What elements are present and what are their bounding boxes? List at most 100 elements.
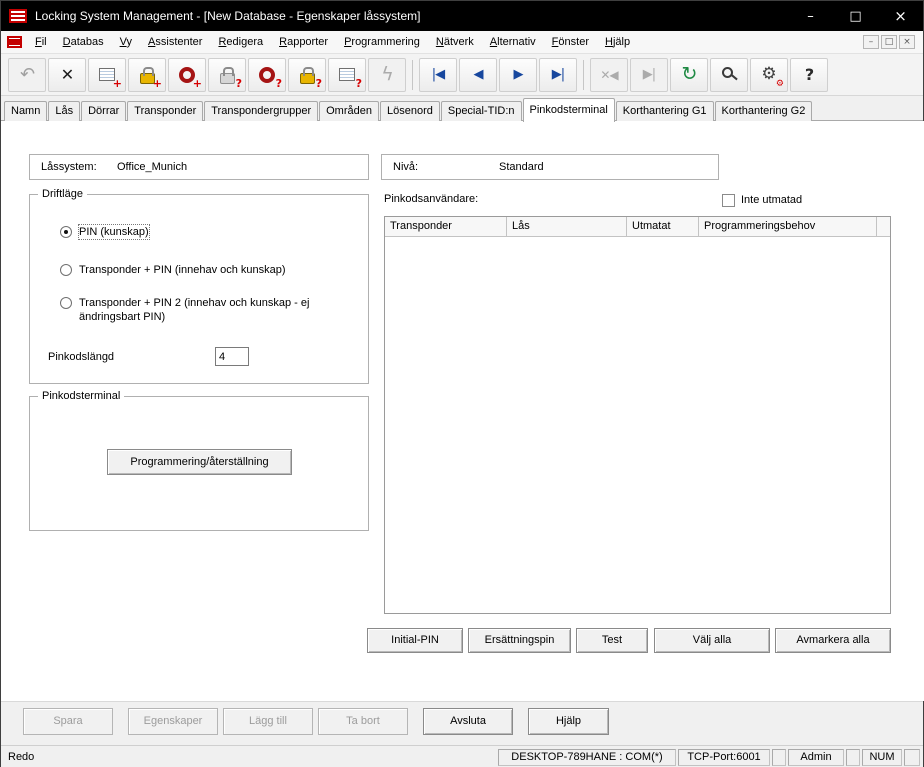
tab-korthantering-g1[interactable]: Korthantering G1 xyxy=(616,101,714,121)
query-lock-badge-icon: ? xyxy=(316,78,322,89)
radio-icon xyxy=(60,226,72,238)
cancel-navigation-icon: ✕◀ xyxy=(600,69,617,81)
toolbar-separator xyxy=(412,60,413,90)
window-title: Locking System Management - [New Databas… xyxy=(35,9,421,23)
avsluta-button[interactable]: Avsluta xyxy=(423,708,513,735)
hjalp-button[interactable]: Hjälp xyxy=(528,708,609,735)
help-button[interactable]: ? xyxy=(790,58,828,92)
test-card-icon xyxy=(339,68,355,81)
last-record-button[interactable]: ▶| xyxy=(539,58,577,92)
title-bar: Locking System Management - [New Databas… xyxy=(1,1,923,31)
menu-fonster[interactable]: Fönster xyxy=(544,31,597,53)
mode-option-2[interactable]: Transponder + PIN (innehav och kunskap) xyxy=(60,263,286,277)
level-label: Nivå: xyxy=(393,161,499,173)
table-body[interactable] xyxy=(385,237,890,613)
search-button[interactable] xyxy=(710,58,748,92)
menu-natverk[interactable]: Nätverk xyxy=(428,31,482,53)
undo-button: ↶ xyxy=(8,58,46,92)
column-header-utmatat[interactable]: Utmatat xyxy=(627,217,699,236)
menu-fil[interactable]: Fil xyxy=(27,31,55,53)
next-record-icon: ▶ xyxy=(514,68,523,81)
tab-dorrar[interactable]: Dörrar xyxy=(81,101,126,121)
tab-las[interactable]: Lås xyxy=(48,101,80,121)
refresh-button[interactable]: ↻ xyxy=(670,58,708,92)
tab-transponder[interactable]: Transponder xyxy=(127,101,203,121)
pin-length-input[interactable] xyxy=(215,347,249,366)
search-icon xyxy=(722,67,733,78)
menu-assistenter[interactable]: Assistenter xyxy=(140,31,210,53)
initial-pin-button[interactable]: Initial-PIN xyxy=(367,628,463,653)
cancel-navigation-button: ✕◀ xyxy=(590,58,628,92)
menu-hjalp[interactable]: Hjälp xyxy=(597,31,638,53)
mode-option-3[interactable]: Transponder + PIN 2 (innehav och kunskap… xyxy=(60,296,347,324)
column-header-las[interactable]: Lås xyxy=(507,217,627,236)
tab-namn[interactable]: Namn xyxy=(4,101,47,121)
refresh-icon: ↻ xyxy=(682,65,697,84)
read-transponder-icon xyxy=(259,67,275,83)
tab-omraden[interactable]: Områden xyxy=(319,101,379,121)
mdi-minimize-icon[interactable]: – xyxy=(863,35,879,49)
avmarkera-alla-button[interactable]: Avmarkera alla xyxy=(775,628,891,653)
menu-redigera[interactable]: Redigera xyxy=(210,31,271,53)
column-header-programmeringsbehov[interactable]: Programmeringsbehov xyxy=(699,217,877,236)
disconnect-button[interactable]: ✕ xyxy=(48,58,86,92)
test-card-button[interactable]: ? xyxy=(328,58,366,92)
add-transponder-button[interactable]: + xyxy=(168,58,206,92)
menu-databas[interactable]: Databas xyxy=(55,31,112,53)
valj-alla-button[interactable]: Välj alla xyxy=(654,628,770,653)
mode-option-1[interactable]: PIN (kunskap) xyxy=(60,225,149,239)
mdi-window-controls: – □ × xyxy=(863,35,919,49)
tab-transpondergrupper[interactable]: Transpondergrupper xyxy=(204,101,318,121)
level-box: Nivå: Standard xyxy=(381,154,719,180)
status-com-port: DESKTOP-789HANE : COM(*) xyxy=(498,749,676,766)
not-issued-checkbox[interactable] xyxy=(722,194,735,207)
footer-bar: SparaEgenskaperLägg tillTa bortAvslutaHj… xyxy=(1,701,923,745)
lock-system-value: Office_Munich xyxy=(117,161,187,173)
mdi-restore-icon[interactable]: □ xyxy=(881,35,897,49)
tab-losenord[interactable]: Lösenord xyxy=(380,101,440,121)
pin-length-label: Pinkodslängd xyxy=(48,351,114,363)
first-record-icon: |◀ xyxy=(432,68,444,81)
tab-special-tid-n[interactable]: Special-TID:n xyxy=(441,101,522,121)
read-transponder-badge-icon: ? xyxy=(276,78,282,89)
first-record-button[interactable]: |◀ xyxy=(419,58,457,92)
pin-users-table: TransponderLåsUtmatatProgrammeringsbehov xyxy=(384,216,891,614)
goto-programming-need-button: ▶| xyxy=(630,58,668,92)
ersattningspin-button[interactable]: Ersättningspin xyxy=(468,628,571,653)
read-transponder-button[interactable]: ? xyxy=(248,58,286,92)
menu-programmering[interactable]: Programmering xyxy=(336,31,428,53)
tab-pinkodsterminal[interactable]: Pinkodsterminal xyxy=(523,98,615,122)
add-lock-badge-icon: + xyxy=(153,78,162,89)
programming-reset-button[interactable]: Programmering/återställning xyxy=(107,449,292,475)
level-value: Standard xyxy=(499,161,544,173)
table-header-row: TransponderLåsUtmatatProgrammeringsbehov xyxy=(385,217,890,237)
minimize-icon[interactable]: – xyxy=(788,1,833,31)
test-card-badge-icon: ? xyxy=(356,78,362,89)
maximize-icon[interactable]: □ xyxy=(833,1,878,31)
add-lock-button[interactable]: + xyxy=(128,58,166,92)
status-spacer-2 xyxy=(846,749,860,766)
menu-vy[interactable]: Vy xyxy=(112,31,140,53)
app-logo-icon xyxy=(9,9,27,23)
read-lock-button[interactable]: ? xyxy=(208,58,246,92)
menu-alternativ[interactable]: Alternativ xyxy=(482,31,544,53)
new-record-button[interactable]: + xyxy=(88,58,126,92)
column-header-transponder[interactable]: Transponder xyxy=(385,217,507,236)
tab-korthantering-g2[interactable]: Korthantering G2 xyxy=(715,101,813,121)
settings-badge-icon: ⚙ xyxy=(776,80,784,89)
not-issued-label: Inte utmatad xyxy=(741,194,802,206)
close-icon[interactable]: × xyxy=(878,1,923,31)
content-area: Låssystem: Office_Munich Nivå: Standard … xyxy=(1,121,924,701)
settings-button[interactable]: ⚙ xyxy=(750,58,788,92)
query-lock-button[interactable]: ? xyxy=(288,58,326,92)
previous-record-button[interactable]: ◀ xyxy=(459,58,497,92)
ta-bort-button: Ta bort xyxy=(318,708,408,735)
status-tcp-port: TCP-Port:6001 xyxy=(678,749,770,766)
test-button[interactable]: Test xyxy=(576,628,648,653)
next-record-button[interactable]: ▶ xyxy=(499,58,537,92)
mdi-close-icon[interactable]: × xyxy=(899,35,915,49)
mode-option-label: Transponder + PIN (innehav och kunskap) xyxy=(79,263,286,277)
status-num-lock: NUM xyxy=(862,749,902,766)
spara-button: Spara xyxy=(23,708,113,735)
menu-rapporter[interactable]: Rapporter xyxy=(271,31,336,53)
